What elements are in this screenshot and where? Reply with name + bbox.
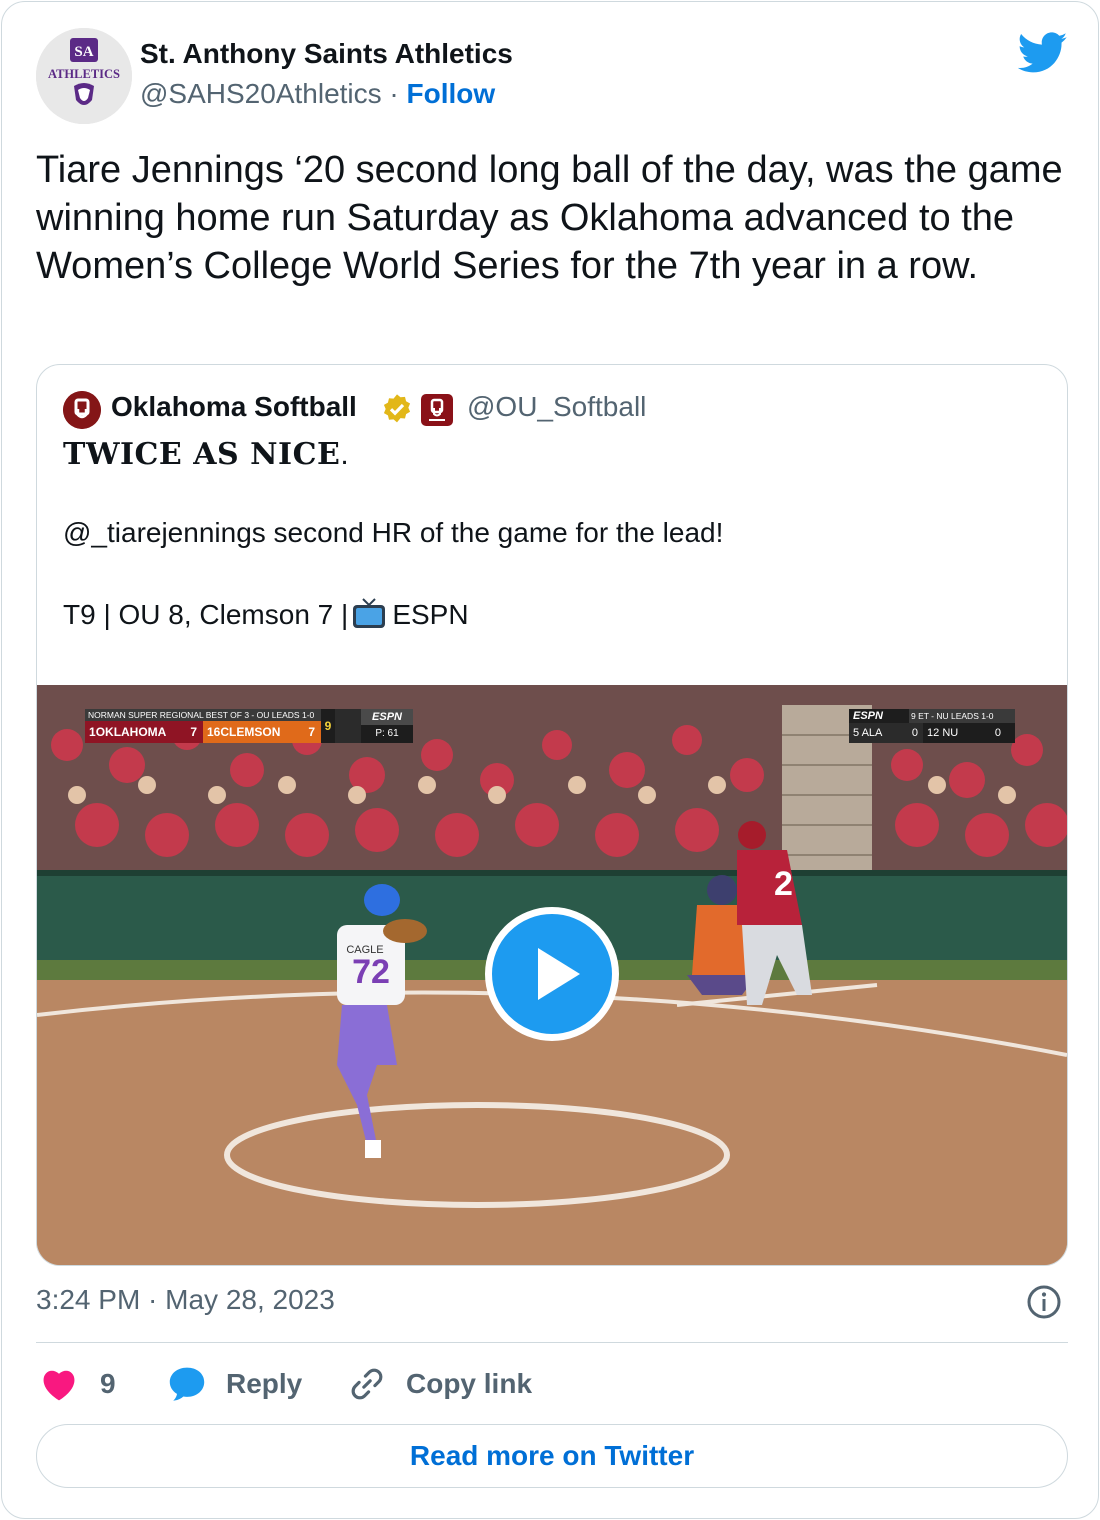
copy-link-label: Copy link	[406, 1368, 533, 1399]
author-name[interactable]: St. Anthony Saints Athletics	[140, 38, 513, 70]
like-button[interactable]: 9	[40, 1364, 116, 1404]
author-avatar[interactable]: SA ATHLETICS	[36, 28, 132, 124]
quoted-score-line: T9 | OU 8, Clemson 7 | ESPN	[63, 598, 469, 630]
affiliate-badge-icon	[421, 394, 453, 426]
pitcher-number: 72	[352, 953, 390, 991]
author-handle-row: @SAHS20Athletics · Follow	[140, 78, 495, 110]
quoted-tweet[interactable]: Oklahoma Softball @OU_Softball TWICE AS …	[36, 364, 1068, 1266]
batter-number: 2	[774, 865, 793, 903]
read-more-button[interactable]: Read more on Twitter	[36, 1424, 1068, 1488]
scoreboard-right: ESPN 9 ET - NU LEADS 1-0 5 ALA 0 12 NU 0	[849, 709, 1015, 745]
like-count: 9	[100, 1368, 116, 1399]
scoreboard-left: NORMAN SUPER REGIONAL BEST OF 3 - OU LEA…	[85, 709, 413, 745]
play-button[interactable]	[485, 907, 619, 1041]
saints-logo-icon: SA ATHLETICS	[36, 28, 132, 124]
quoted-name[interactable]: Oklahoma Softball	[111, 391, 357, 423]
reply-label: Reply	[226, 1368, 303, 1399]
play-icon	[538, 948, 580, 1000]
tweet-text: Tiare Jennings ‘20 second long ball of t…	[36, 149, 1063, 287]
quoted-headline: TWICE AS NICE.	[63, 437, 350, 472]
quoted-avatar[interactable]	[63, 391, 101, 429]
television-icon	[353, 598, 386, 628]
separator: ·	[389, 78, 399, 109]
link-icon	[351, 1368, 383, 1400]
ou-logo-icon	[63, 391, 101, 429]
divider	[36, 1342, 1068, 1343]
author-handle[interactable]: @SAHS20Athletics	[140, 78, 382, 109]
copy-link-button[interactable]: Copy link	[348, 1364, 532, 1404]
svg-text:SA: SA	[74, 44, 93, 60]
tweet-card: SA ATHLETICS St. Anthony Saints Athletic…	[1, 1, 1099, 1519]
verified-badge-icon	[383, 394, 411, 423]
reply-button[interactable]: Reply	[168, 1364, 302, 1404]
svg-text:ATHLETICS: ATHLETICS	[48, 67, 120, 81]
pitcher-name: CAGLE	[346, 944, 383, 956]
quoted-body-line: @_tiarejennings second HR of the game fo…	[63, 517, 724, 548]
tweet-timestamp[interactable]: 3:24 PM · May 28, 2023	[36, 1284, 335, 1316]
video-thumbnail[interactable]: 72 CAGLE 2 NORMAN SUPER REGIONAL BEST OF…	[37, 685, 1067, 1265]
follow-button[interactable]: Follow	[407, 78, 496, 109]
heart-icon	[43, 1370, 75, 1401]
reply-bubble-icon	[169, 1367, 205, 1401]
twitter-bird-icon[interactable]	[1018, 32, 1068, 74]
info-icon[interactable]	[1026, 1284, 1062, 1320]
quoted-handle[interactable]: @OU_Softball	[467, 391, 646, 423]
